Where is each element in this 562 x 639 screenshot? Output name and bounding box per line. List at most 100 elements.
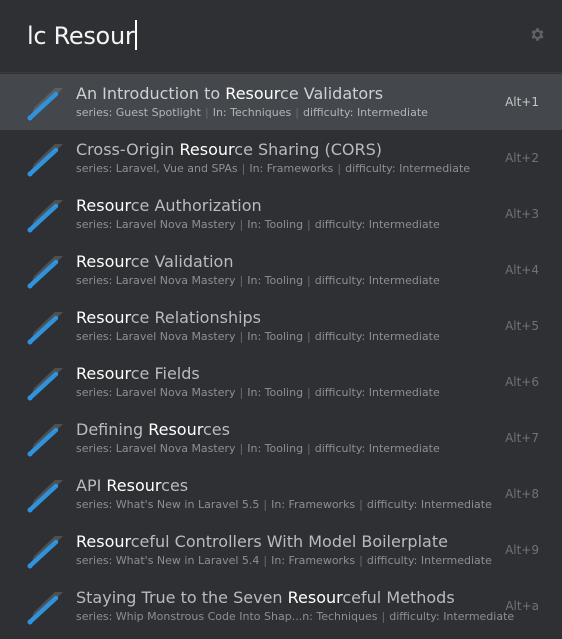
match-highlight: Resour bbox=[76, 196, 131, 215]
result-meta: series: Laravel Nova Mastery | In: Tooling… bbox=[76, 274, 440, 288]
result-title: API Resources bbox=[76, 476, 188, 496]
result-meta: series: Laravel Nova Mastery | In: Tooling… bbox=[76, 442, 440, 456]
result-row[interactable]: Resourceful Controllers With Model Boile… bbox=[0, 522, 562, 578]
meta-separator: | bbox=[381, 610, 386, 623]
match-highlight: Resour bbox=[179, 140, 235, 159]
meta-separator: | bbox=[239, 218, 244, 231]
match-highlight: Resour bbox=[76, 532, 131, 551]
shortcut-hint: Alt+1 bbox=[505, 95, 539, 109]
search-bar[interactable]: lc Resour bbox=[0, 0, 562, 73]
pen-nib-icon bbox=[27, 144, 63, 177]
series-label: series: Laravel Nova Mastery bbox=[76, 386, 236, 399]
shortcut-hint: Alt+2 bbox=[505, 151, 539, 165]
result-title: Staying True to the Seven Resourceful Me… bbox=[76, 588, 455, 608]
match-highlight: Resour bbox=[106, 476, 162, 495]
result-meta: series: Laravel Nova Mastery | In: Tooling… bbox=[76, 218, 440, 232]
meta-separator: | bbox=[263, 498, 268, 511]
series-label: series: Laravel Nova Mastery bbox=[76, 330, 236, 343]
launcher-window: lc Resour An Introduction to Resource Va… bbox=[0, 0, 562, 639]
meta-separator: | bbox=[241, 162, 246, 175]
series-label: series: Guest Spotlight bbox=[76, 106, 201, 119]
difficulty-label: difficulty: Intermediate bbox=[314, 274, 440, 287]
result-meta: series: Laravel Nova Mastery | In: Tooling… bbox=[76, 386, 440, 400]
category-label: In: Tooling bbox=[247, 442, 304, 455]
difficulty-label: difficulty: Intermediate bbox=[314, 442, 440, 455]
series-label: series: What's New in Laravel 5.4 bbox=[76, 554, 260, 567]
shortcut-hint: Alt+7 bbox=[505, 431, 539, 445]
difficulty-label: difficulty: Intermediate bbox=[389, 610, 515, 623]
difficulty-label: difficulty: Intermediate bbox=[345, 162, 471, 175]
pen-nib-icon bbox=[27, 536, 63, 569]
category-label: In: Tooling bbox=[247, 274, 304, 287]
title-text: API bbox=[76, 476, 107, 495]
category-label: Techniques bbox=[316, 610, 378, 623]
match-highlight: Resour bbox=[225, 84, 281, 103]
match-highlight: Resour bbox=[287, 588, 343, 607]
result-meta: series: Whip Monstrous Code Into Shap...… bbox=[76, 610, 514, 624]
result-meta: series: What's New in Laravel 5.5 | In: Fr… bbox=[76, 498, 492, 512]
result-title: Resource Relationships bbox=[76, 308, 261, 328]
difficulty-label: difficulty: Intermediate bbox=[302, 106, 428, 119]
match-highlight: Resour bbox=[76, 364, 131, 383]
shortcut-hint: Alt+5 bbox=[505, 319, 539, 333]
search-input[interactable]: lc Resour bbox=[27, 20, 138, 52]
meta-separator: | bbox=[239, 442, 244, 455]
pen-nib-icon bbox=[27, 424, 63, 457]
result-row[interactable]: Resource Authorization series: Laravel No… bbox=[0, 186, 562, 242]
title-text: Cross-Origin bbox=[76, 140, 180, 159]
category-label: In: Frameworks bbox=[271, 498, 356, 511]
match-highlight: Resour bbox=[148, 420, 203, 439]
category-label: In: Frameworks bbox=[249, 162, 334, 175]
category-label: In: Frameworks bbox=[271, 554, 356, 567]
result-row[interactable]: Staying True to the Seven Resourceful Me… bbox=[0, 578, 562, 634]
result-title: Resourceful Controllers With Model Boile… bbox=[76, 532, 448, 552]
result-title: Cross-Origin Resource Sharing (CORS) bbox=[76, 140, 382, 160]
meta-separator: | bbox=[307, 218, 311, 231]
shortcut-hint: Alt+8 bbox=[505, 487, 539, 501]
result-meta: series: Laravel Nova Mastery | In: Tooling… bbox=[76, 330, 440, 344]
result-meta: series: Laravel, Vue and SPAs | In: Framew… bbox=[76, 162, 470, 176]
meta-separator: | bbox=[307, 274, 311, 287]
title-text: Defining bbox=[76, 420, 149, 439]
result-row[interactable]: Defining Resources series: Laravel Nova M… bbox=[0, 410, 562, 466]
result-row[interactable]: Resource Fields series: Laravel Nova Mast… bbox=[0, 354, 562, 410]
shortcut-hint: Alt+a bbox=[505, 599, 539, 613]
match-highlight: Resour bbox=[76, 252, 131, 271]
series-label: series: Laravel Nova Mastery bbox=[76, 274, 236, 287]
text-caret bbox=[135, 20, 138, 50]
shortcut-hint: Alt+3 bbox=[505, 207, 539, 221]
category-label: In: Tooling bbox=[247, 330, 304, 343]
result-row[interactable]: An Introduction to Resource Validators se… bbox=[0, 74, 562, 130]
meta-separator: | bbox=[337, 162, 342, 175]
pen-nib-icon bbox=[27, 592, 63, 625]
result-row[interactable]: Cross-Origin Resource Sharing (CORS) seri… bbox=[0, 130, 562, 186]
meta-separator: | bbox=[307, 442, 311, 455]
title-text: ce Sharing (CORS) bbox=[234, 140, 383, 159]
meta-separator: | bbox=[239, 330, 244, 343]
difficulty-label: difficulty: Intermediate bbox=[314, 218, 440, 231]
category-label: In: Tooling bbox=[247, 386, 304, 399]
result-title: Resource Fields bbox=[76, 364, 200, 384]
shortcut-hint: Alt+9 bbox=[505, 543, 539, 557]
title-text: ce Relationships bbox=[130, 308, 262, 327]
difficulty-label: difficulty: Intermediate bbox=[314, 386, 440, 399]
shortcut-hint: Alt+6 bbox=[505, 375, 539, 389]
meta-separator: | bbox=[295, 106, 299, 119]
meta-separator: | bbox=[204, 106, 209, 119]
difficulty-label: difficulty: Intermediate bbox=[366, 498, 492, 511]
search-query-text: lc Resour bbox=[27, 22, 135, 50]
result-row[interactable]: Resource Validation series: Laravel Nova … bbox=[0, 242, 562, 298]
pen-nib-icon bbox=[27, 480, 63, 513]
result-title: Resource Validation bbox=[76, 252, 233, 272]
pen-nib-icon bbox=[27, 312, 63, 345]
result-row[interactable]: Resource Relationships series: Laravel No… bbox=[0, 298, 562, 354]
shortcut-hint: Alt+4 bbox=[505, 263, 539, 277]
category-label: In: Techniques bbox=[212, 106, 292, 119]
difficulty-label: difficulty: Intermediate bbox=[314, 330, 440, 343]
match-highlight: Resour bbox=[76, 308, 131, 327]
result-row[interactable]: API Resources series: What's New in Larav… bbox=[0, 466, 562, 522]
pen-nib-icon bbox=[27, 200, 63, 233]
title-text: ce Validation bbox=[130, 252, 234, 271]
gear-icon[interactable] bbox=[529, 26, 546, 43]
series-label: series: Laravel Nova Mastery bbox=[76, 218, 236, 231]
